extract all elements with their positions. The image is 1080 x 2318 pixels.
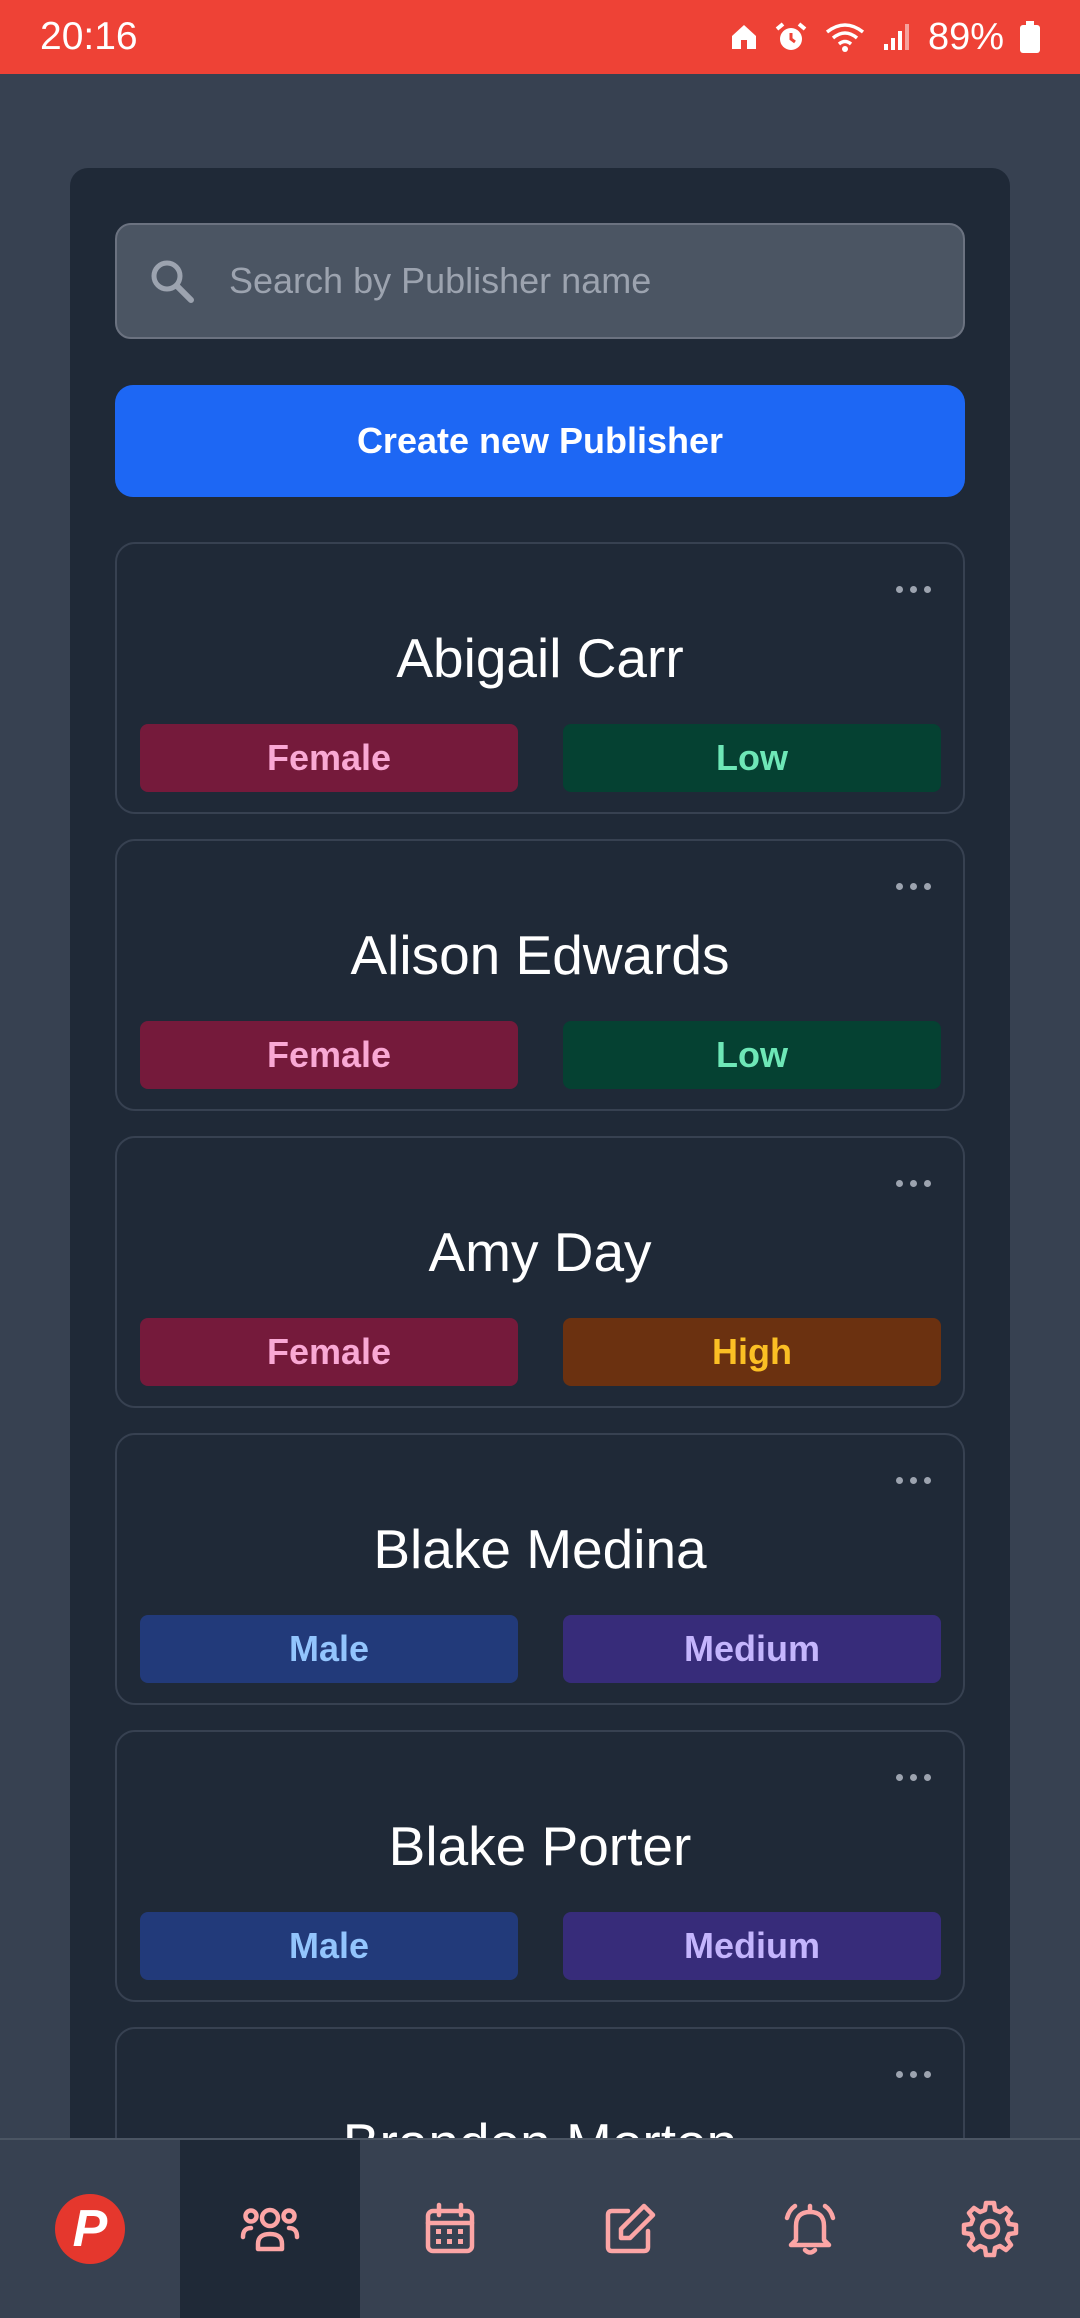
edit-icon	[605, 2203, 656, 2254]
publisher-panel: Create new Publisher Abigail Carr Female…	[70, 168, 1010, 2299]
search-bar[interactable]	[115, 223, 965, 339]
home-icon	[731, 25, 756, 49]
level-badge: High	[563, 1318, 941, 1386]
more-options-icon[interactable]	[896, 586, 931, 593]
more-options-icon[interactable]	[896, 883, 931, 890]
alarm-icon	[775, 22, 807, 50]
publisher-name: Amy Day	[428, 1221, 652, 1283]
gear-icon	[961, 2200, 1019, 2258]
nav-publishers[interactable]	[180, 2140, 360, 2318]
publisher-name: Alison Edwards	[350, 924, 730, 986]
signal-icon	[883, 24, 909, 50]
calendar-icon	[425, 2202, 475, 2254]
gender-badge: Female	[140, 1318, 518, 1386]
publisher-card[interactable]: Alison Edwards Female Low	[115, 839, 965, 1111]
status-icons: 89%	[730, 16, 1040, 59]
publisher-name: Blake Porter	[388, 1815, 692, 1877]
more-options-icon[interactable]	[896, 1774, 931, 1781]
battery-icon	[1020, 21, 1040, 53]
gender-badge: Female	[140, 724, 518, 792]
publisher-card[interactable]: Blake Porter Male Medium	[115, 1730, 965, 2002]
more-options-icon[interactable]	[896, 1180, 931, 1187]
publisher-card[interactable]: Abigail Carr Female Low	[115, 542, 965, 814]
gender-badge: Female	[140, 1021, 518, 1089]
more-options-icon[interactable]	[896, 2071, 931, 2078]
app-logo: P	[55, 2194, 125, 2264]
nav-home[interactable]: P	[0, 2140, 180, 2318]
people-icon	[240, 2207, 300, 2252]
bell-icon	[784, 2203, 836, 2255]
nav-calendar[interactable]	[360, 2140, 540, 2318]
publisher-name: Blake Medina	[373, 1518, 707, 1580]
more-options-icon[interactable]	[896, 1477, 931, 1484]
publisher-name: Abigail Carr	[396, 627, 684, 689]
search-icon	[147, 256, 197, 306]
gender-badge: Male	[140, 1912, 518, 1980]
publisher-card[interactable]: Amy Day Female High	[115, 1136, 965, 1408]
level-badge: Low	[563, 724, 941, 792]
gender-badge: Male	[140, 1615, 518, 1683]
bottom-navigation: P	[0, 2138, 1080, 2318]
status-bar: 20:16 89%	[0, 0, 1080, 74]
nav-edit[interactable]	[540, 2140, 720, 2318]
status-time: 20:16	[40, 15, 138, 58]
battery-level: 89%	[927, 15, 1004, 58]
search-input[interactable]	[227, 259, 931, 303]
wifi-icon	[825, 23, 865, 52]
nav-settings[interactable]	[900, 2140, 1080, 2318]
publisher-card[interactable]: Blake Medina Male Medium	[115, 1433, 965, 1705]
level-badge: Medium	[563, 1615, 941, 1683]
level-badge: Medium	[563, 1912, 941, 1980]
create-publisher-button[interactable]: Create new Publisher	[115, 385, 965, 497]
level-badge: Low	[563, 1021, 941, 1089]
nav-notifications[interactable]	[720, 2140, 900, 2318]
